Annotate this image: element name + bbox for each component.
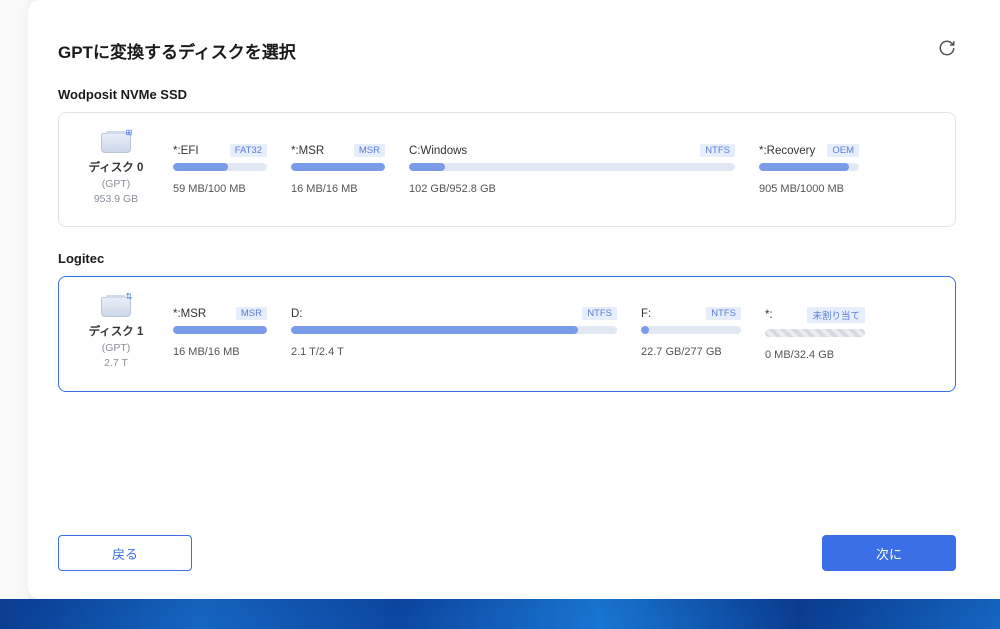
disk-scheme: (GPT) xyxy=(77,177,155,192)
refresh-button[interactable] xyxy=(938,39,956,62)
partition-usage-text: 16 MB/16 MB xyxy=(173,346,267,358)
disk-meta: ⇅ ディスク 1 (GPT)2.7 T xyxy=(77,297,155,370)
partition-fs-badge: MSR xyxy=(236,307,267,320)
partition-usage-text: 59 MB/100 MB xyxy=(173,183,267,195)
partition-usage-text: 102 GB/952.8 GB xyxy=(409,183,735,195)
disk-group: Logitec ⇅ ディスク 1 (GPT)2.7 T *:MSR MSR 16 MB/16… xyxy=(58,251,956,391)
partition-header: F: NTFS xyxy=(641,307,741,320)
partition-usage-text: 22.7 GB/277 GB xyxy=(641,346,741,358)
partition-fs-badge: OEM xyxy=(827,144,859,157)
dialog-header: GPTに変換するディスクを選択 xyxy=(58,38,956,63)
partition[interactable]: C:Windows NTFS 102 GB/952.8 GB xyxy=(409,144,735,195)
disk-name: ディスク 0 xyxy=(77,159,155,175)
disk-card[interactable]: ⊞ ディスク 0 (GPT)953.9 GB *:EFI FAT32 59 MB/100 … xyxy=(58,112,956,227)
partitions-row: *:MSR MSR 16 MB/16 MB D: NTFS 2.1 T/2.4 T F: NT… xyxy=(173,307,937,361)
partition-header: *:Recovery OEM xyxy=(759,144,859,157)
partition-label: *:Recovery xyxy=(759,145,815,157)
partition[interactable]: *:EFI FAT32 59 MB/100 MB xyxy=(173,144,267,195)
partition[interactable]: *: 未割り当て 0 MB/32.4 GB xyxy=(765,307,865,361)
disk-vendor-label: Wodposit NVMe SSD xyxy=(58,87,956,102)
dialog: GPTに変換するディスクを選択 Wodposit NVMe SSD ⊞ ディスク 0… xyxy=(28,0,1000,599)
partition-fs-badge: NTFS xyxy=(582,307,617,320)
partition-usage-text: 2.1 T/2.4 T xyxy=(291,346,617,358)
partition-fs-badge: 未割り当て xyxy=(807,307,865,323)
back-button[interactable]: 戻る xyxy=(58,535,192,571)
partition-fs-badge: NTFS xyxy=(706,307,741,320)
partition-fs-badge: MSR xyxy=(354,144,385,157)
refresh-icon xyxy=(938,39,956,57)
disk-vendor-label: Logitec xyxy=(58,251,956,266)
partition-usage-bar xyxy=(641,326,741,334)
partition-label: D: xyxy=(291,308,303,320)
disk-size: 2.7 T xyxy=(77,356,155,371)
disk-icon: ⊞ xyxy=(101,133,131,153)
partition-header: D: NTFS xyxy=(291,307,617,320)
partition[interactable]: *:MSR MSR 16 MB/16 MB xyxy=(173,307,267,358)
partition-usage-text: 16 MB/16 MB xyxy=(291,183,385,195)
disk-name: ディスク 1 xyxy=(77,323,155,339)
partition-usage-bar xyxy=(291,163,385,171)
partition-label: *:MSR xyxy=(291,145,324,157)
disk-card[interactable]: ⇅ ディスク 1 (GPT)2.7 T *:MSR MSR 16 MB/16 MB D: NT… xyxy=(58,276,956,391)
partition-header: C:Windows NTFS xyxy=(409,144,735,157)
partition-usage-bar xyxy=(759,163,859,171)
partition-usage-bar xyxy=(291,326,617,334)
partition-label: *:EFI xyxy=(173,145,199,157)
partition[interactable]: *:MSR MSR 16 MB/16 MB xyxy=(291,144,385,195)
partition-header: *:MSR MSR xyxy=(173,307,267,320)
partition-usage-bar xyxy=(409,163,735,171)
partition-label: *: xyxy=(765,309,773,321)
partition-header: *:MSR MSR xyxy=(291,144,385,157)
disk-size: 953.9 GB xyxy=(77,192,155,207)
partition-header: *:EFI FAT32 xyxy=(173,144,267,157)
partition-header: *: 未割り当て xyxy=(765,307,865,323)
partition-fs-badge: FAT32 xyxy=(230,144,267,157)
partition-label: C:Windows xyxy=(409,145,467,157)
disk-meta: ⊞ ディスク 0 (GPT)953.9 GB xyxy=(77,133,155,206)
disk-icon: ⇅ xyxy=(101,297,131,317)
disk-group: Wodposit NVMe SSD ⊞ ディスク 0 (GPT)953.9 GB *:E… xyxy=(58,87,956,227)
partition-usage-text: 905 MB/1000 MB xyxy=(759,183,859,195)
partition[interactable]: F: NTFS 22.7 GB/277 GB xyxy=(641,307,741,358)
partition[interactable]: D: NTFS 2.1 T/2.4 T xyxy=(291,307,617,358)
partition-label: F: xyxy=(641,308,651,320)
partition-label: *:MSR xyxy=(173,308,206,320)
next-button[interactable]: 次に xyxy=(822,535,956,571)
page-title: GPTに変換するディスクを選択 xyxy=(58,38,296,63)
partition-usage-bar xyxy=(173,326,267,334)
partition-fs-badge: NTFS xyxy=(700,144,735,157)
dialog-footer: 戻る 次に xyxy=(58,535,956,571)
partition-usage-text: 0 MB/32.4 GB xyxy=(765,349,865,361)
partition-usage-bar xyxy=(173,163,267,171)
partition[interactable]: *:Recovery OEM 905 MB/1000 MB xyxy=(759,144,859,195)
disk-scheme: (GPT) xyxy=(77,341,155,356)
partition-usage-bar xyxy=(765,329,865,337)
partitions-row: *:EFI FAT32 59 MB/100 MB *:MSR MSR 16 MB/16 M… xyxy=(173,144,937,195)
